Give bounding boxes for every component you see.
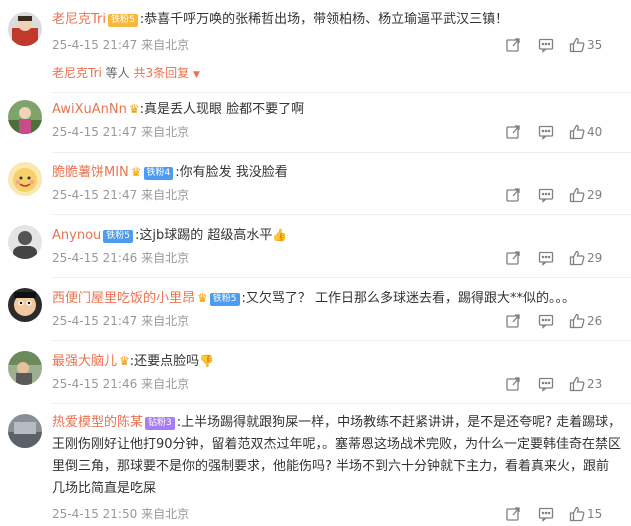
action-bar: 15 xyxy=(505,506,625,522)
like-count: 15 xyxy=(587,507,603,521)
fan-badge: 铁粉5 xyxy=(108,14,138,27)
comment-meta: 25-4-15 21:47 来自北京 xyxy=(52,187,189,203)
comment-meta: 25-4-15 21:46 来自北京 xyxy=(52,376,189,392)
comment-meta: 25-4-15 21:46 来自北京 xyxy=(52,250,189,266)
username[interactable]: 热爱模型的陈某 xyxy=(52,415,143,430)
comment-meta: 25-4-15 21:50 来自北京 xyxy=(52,506,189,522)
divider xyxy=(52,214,631,215)
share-icon[interactable] xyxy=(505,37,521,53)
comment-icon[interactable] xyxy=(538,37,554,53)
action-bar: 40 xyxy=(505,124,625,140)
view-replies-link[interactable]: 共3条回复 xyxy=(134,66,190,80)
comment-text: :恭喜千呼万唤的张稀哲出场，带领柏杨、杨立瑜逼平武汉三镇！ xyxy=(139,12,509,27)
comment-text: :你有脸发 我没脸看 xyxy=(175,165,288,180)
action-bar: 26 xyxy=(505,313,625,329)
username[interactable]: 西便门屋里吃饭的小里昂 xyxy=(52,291,195,306)
like-icon[interactable] xyxy=(569,250,585,266)
like-count: 29 xyxy=(587,188,603,202)
like-icon[interactable] xyxy=(569,313,585,329)
fan-badge: 铁粉4 xyxy=(143,167,174,180)
like-count: 23 xyxy=(587,377,603,391)
username[interactable]: Anynou xyxy=(52,228,101,243)
share-icon[interactable] xyxy=(505,187,521,203)
comment-list: 老尼克Tri 铁粉5:恭喜千呼万唤的张稀哲出场，带领柏杨、杨立瑜逼平武汉三镇！ 2… xyxy=(0,0,631,526)
comment-icon[interactable] xyxy=(538,313,554,329)
location: 来自北京 xyxy=(141,377,190,391)
like-icon[interactable] xyxy=(569,37,585,53)
share-icon[interactable] xyxy=(505,250,521,266)
like-icon[interactable] xyxy=(569,506,585,522)
timestamp: 25-4-15 21:47 xyxy=(52,314,138,328)
crown-icon: ♛ xyxy=(128,102,140,116)
comment-text: :真是丢人现眼 脸都不要了啊 xyxy=(139,102,305,117)
crown-icon: ♛ xyxy=(119,354,130,368)
timestamp: 25-4-15 21:46 xyxy=(52,377,138,391)
location: 来自北京 xyxy=(141,188,190,202)
comment-text: :还要点脸吗 xyxy=(129,354,200,369)
thumbs-down-emoji: 👎 xyxy=(199,354,215,368)
divider xyxy=(52,92,631,93)
comment-text: :又欠骂了？ 工作日那么多球迷去看，踢得跟大**似的。。。 xyxy=(241,291,576,306)
comment-icon[interactable] xyxy=(538,376,554,392)
share-icon[interactable] xyxy=(505,506,521,522)
location: 来自北京 xyxy=(141,251,190,265)
avatar[interactable] xyxy=(8,162,42,196)
divider xyxy=(52,340,631,341)
timestamp: 25-4-15 21:47 xyxy=(52,38,138,52)
location: 来自北京 xyxy=(141,314,190,328)
timestamp: 25-4-15 21:47 xyxy=(52,188,138,202)
divider xyxy=(52,403,631,404)
timestamp: 25-4-15 21:46 xyxy=(52,251,138,265)
comment-meta: 25-4-15 21:47 来自北京 xyxy=(52,37,189,53)
fan-badge: 铁粉5 xyxy=(103,230,133,243)
action-bar: 29 xyxy=(505,187,625,203)
share-icon[interactable] xyxy=(505,376,521,392)
like-icon[interactable] xyxy=(569,376,585,392)
like-count: 26 xyxy=(587,314,603,328)
comment-meta: 25-4-15 21:47 来自北京 xyxy=(52,124,189,140)
username[interactable]: 老尼克Tri xyxy=(52,12,106,27)
comment-icon[interactable] xyxy=(538,124,554,140)
avatar[interactable] xyxy=(8,100,42,134)
chevron-down-icon[interactable]: ▼ xyxy=(193,70,200,80)
crown-icon: ♛ xyxy=(197,291,208,305)
like-count: 35 xyxy=(587,38,603,52)
comment-icon[interactable] xyxy=(538,506,554,522)
username[interactable]: 最强大脑儿 xyxy=(52,354,117,369)
location: 来自北京 xyxy=(141,507,190,521)
share-icon[interactable] xyxy=(505,313,521,329)
location: 来自北京 xyxy=(141,38,190,52)
comment-icon[interactable] xyxy=(538,187,554,203)
fan-badge: 铁粉5 xyxy=(209,293,240,306)
like-icon[interactable] xyxy=(569,124,585,140)
avatar[interactable] xyxy=(8,414,42,448)
like-count: 29 xyxy=(587,251,603,265)
comment-meta: 25-4-15 21:47 来自北京 xyxy=(52,313,189,329)
reply-username[interactable]: 老尼克Tri xyxy=(52,66,102,80)
divider xyxy=(52,277,631,278)
avatar[interactable] xyxy=(8,351,42,385)
username[interactable]: 脆脆薯饼MIN xyxy=(52,165,129,180)
action-bar: 35 xyxy=(505,37,625,53)
avatar[interactable] xyxy=(8,12,42,46)
like-icon[interactable] xyxy=(569,187,585,203)
avatar[interactable] xyxy=(8,225,42,259)
location: 来自北京 xyxy=(141,125,190,139)
action-bar: 23 xyxy=(505,376,625,392)
crown-icon: ♛ xyxy=(130,165,142,179)
reply-summary[interactable]: 老尼克Tri 等人 共3条回复 ▼ xyxy=(52,63,200,83)
fan-badge: 钻粉3 xyxy=(145,417,175,430)
username[interactable]: AwiXuAnNn xyxy=(52,102,127,117)
share-icon[interactable] xyxy=(505,124,521,140)
comment-text: :这jb球踢的 超级高水平 xyxy=(135,228,273,243)
timestamp: 25-4-15 21:50 xyxy=(52,507,138,521)
like-count: 40 xyxy=(587,125,603,139)
comment-icon[interactable] xyxy=(538,250,554,266)
action-bar: 29 xyxy=(505,250,625,266)
divider xyxy=(52,152,631,153)
reply-suffix: 等人 xyxy=(105,66,130,80)
timestamp: 25-4-15 21:47 xyxy=(52,125,138,139)
thumbs-up-emoji: 👍 xyxy=(272,228,288,242)
avatar[interactable] xyxy=(8,288,42,322)
